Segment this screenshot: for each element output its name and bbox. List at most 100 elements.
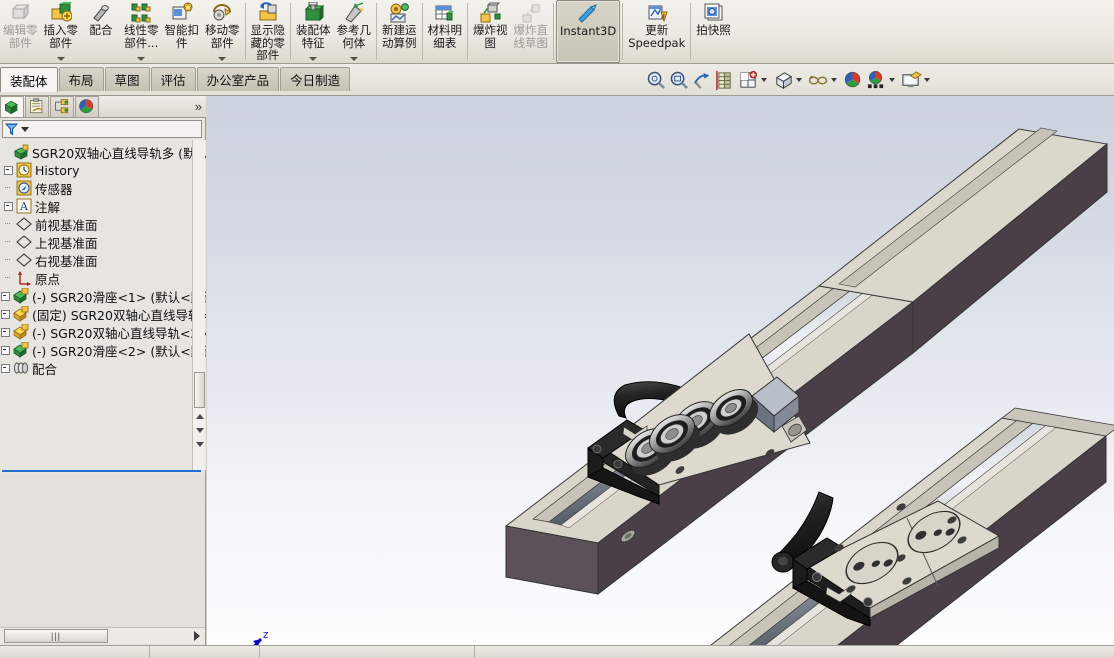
apply-scene-dropdown-caret[interactable] [889,78,895,82]
previous-view-icon[interactable] [691,69,713,91]
mate-button[interactable]: 配合 [81,0,121,63]
motion-study-icon [388,2,410,24]
filter-dropdown-caret[interactable] [21,126,29,132]
zoom-to-area-icon[interactable] [668,69,690,91]
tree-scroll-down-arrow[interactable] [196,428,204,433]
tree-item-origin[interactable]: 原点 [0,269,206,287]
tab-layout[interactable]: 布局 [58,67,104,91]
graphics-area[interactable]: Z X Y [207,96,1114,645]
take-snapshot-button[interactable]: 拍快照 [693,0,734,63]
tree-hscroll-thumb[interactable]: ||| [4,629,108,643]
sensor-icon [15,180,33,196]
instant3d-button[interactable]: Instant3D [556,0,621,63]
exploded-view-button[interactable]: 爆炸视 图 [470,0,511,63]
bom-icon [434,2,456,24]
move-component-icon [211,2,233,24]
tree-item-front-plane[interactable]: 前视基准面 [0,215,206,233]
svg-text:Z: Z [263,631,269,640]
move-component-button[interactable]: 移动零 部件 [202,0,243,63]
linear-component-pattern-dropdown-caret[interactable] [137,57,146,61]
assembly-features-label: 装配体 特征 [296,23,331,50]
tree-horizontal-scrollbar[interactable]: ||| [0,627,205,644]
tab-office-products[interactable]: 办公室产品 [196,67,280,91]
new-motion-study-button[interactable]: 新建运 动算例 [379,0,420,63]
tab-sketch[interactable]: 草图 [104,67,150,91]
tree-item-sensors-label: 传感器 [35,181,73,197]
feature-tree: SGR20双轴心直线导轨多 (默认<默认History 传感器 A 注解前视基准面上视… [0,140,206,470]
rollback-bar[interactable] [2,470,201,472]
smart-fasteners-button[interactable]: 智能扣 件 [162,0,203,63]
tree-filter-bar[interactable] [2,120,202,138]
tab-evaluate[interactable]: 评估 [150,67,196,91]
take-snapshot-label: 拍快照 [696,23,731,37]
feature-manager-tab[interactable] [0,96,24,117]
display-style-dropdown-caret[interactable] [796,78,802,82]
move-component-dropdown-caret[interactable] [218,57,227,61]
tree-item-top-plane[interactable]: 上视基准面 [0,233,206,251]
tree-expand-toggle[interactable] [0,341,12,359]
view-settings-icon[interactable] [900,69,922,91]
mate-label: 配合 [89,23,113,37]
assembly-features-button[interactable]: 装配体 特征 [293,0,334,63]
tree-connector [3,215,15,233]
tree-expand-toggle[interactable] [0,287,12,305]
component-green-icon [12,288,30,304]
tree-item-carriage-2[interactable]: (-) SGR20滑座<2> (默认<默认_ [0,341,206,359]
update-speedpak-button[interactable]: ! 更新 Speedpak [625,0,688,63]
panel-expand-chevron[interactable]: » [195,99,202,114]
tree-scroll-thumb[interactable] [194,372,205,408]
edit-appearance-icon[interactable] [842,69,864,91]
view-orientation-dropdown-caret[interactable] [761,78,767,82]
toolbar-separator [622,3,624,60]
view-settings-dropdown-caret[interactable] [924,78,930,82]
property-manager-tab[interactable] [25,96,49,117]
bill-of-materials-button[interactable]: 材料明 细表 [425,0,466,63]
hide-show-items-icon[interactable] [807,69,829,91]
tree-expand-toggle[interactable] [0,323,12,341]
hide-show-items-dropdown-caret[interactable] [831,78,837,82]
reference-geometry-dropdown-caret[interactable] [349,57,358,61]
tree-vertical-scrollbar[interactable] [192,140,205,470]
tree-scroll-up-arrow[interactable] [196,414,204,419]
tree-item-mates[interactable]: 配合 [0,359,206,377]
tree-expand-toggle[interactable] [0,359,12,377]
tree-expand-toggle[interactable] [0,305,12,323]
insert-components-dropdown-caret[interactable] [56,57,65,61]
tree-expand-toggle[interactable] [3,197,15,215]
tree-root[interactable]: SGR20双轴心直线导轨多 (默认<默认 [0,143,206,161]
tree-item-rail-1[interactable]: (固定) SGR20双轴心直线导轨<1 [0,305,206,323]
show-hidden-components-button[interactable]: 显示隐 藏的零 部件 [248,0,289,63]
tree-hscroll-right-arrow[interactable] [194,631,200,641]
command-tabs: 装配体 布局 草图 评估 办公室产品 今日制造 [0,67,351,92]
view-orientation-icon[interactable] [737,69,759,91]
tree-item-carriage-2-label: (-) SGR20滑座<2> (默认<默认_ [32,343,206,359]
toolbar-separator [376,3,377,60]
tree-item-carriage-1[interactable]: (-) SGR20滑座<1> (默认<默认_ [0,287,206,305]
tree-expand-toggle[interactable] [3,161,15,179]
linear-component-pattern-button[interactable]: 线性零 部件... [121,0,162,63]
tab-dfmxpress[interactable]: 今日制造 [280,67,351,91]
zoom-to-fit-icon[interactable] [645,69,667,91]
tab-assembly[interactable]: 装配体 [0,67,58,92]
apply-scene-icon[interactable] [865,69,887,91]
tree-scroll-down-arrow-2[interactable] [196,442,204,447]
insert-components-button[interactable]: 插入零 部件 [41,0,82,63]
toolbar-separator [467,3,468,60]
filter-funnel-icon [5,122,18,136]
display-manager-tab[interactable] [75,96,99,117]
component-green-icon [12,342,30,358]
smart-fastener-icon [171,2,193,24]
tree-item-rail-2[interactable]: (-) SGR20双轴心直线导轨<2> ( [0,323,206,341]
assembly-features-dropdown-caret[interactable] [309,57,318,61]
display-style-icon[interactable] [772,69,794,91]
tree-item-right-plane[interactable]: 右视基准面 [0,251,206,269]
tree-item-history[interactable]: History [0,161,206,179]
tree-item-right-plane-label: 右视基准面 [35,253,98,269]
tree-item-sensors[interactable]: 传感器 [0,179,206,197]
configuration-manager-tab[interactable] [50,96,74,117]
bill-of-materials-label: 材料明 细表 [427,23,463,50]
tree-item-annotations[interactable]: A 注解 [0,197,206,215]
reference-geometry-button[interactable]: 参考几 何体 [334,0,375,63]
section-view-icon[interactable] [714,69,736,91]
new-motion-study-label: 新建运 动算例 [382,23,417,50]
